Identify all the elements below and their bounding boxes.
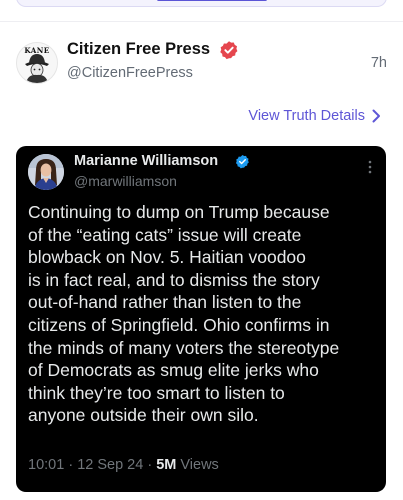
tweet-author-handle: @marwilliamson	[74, 173, 177, 189]
tweet-avatar-image	[28, 154, 64, 190]
tweet-text-line: citizens of Springfield. Ohio confirms i…	[28, 314, 330, 335]
profile-avatar[interactable]: KANE	[16, 42, 58, 84]
tweet-meta: 10:01 · 12 Sep 24 · 5M Views	[28, 457, 219, 473]
tweet-text-line: anyone outside their own silo.	[28, 405, 259, 426]
post-header: KANE Citizen Free Press @CitizenFreePres…	[16, 38, 387, 86]
tweet-verified-badge-icon	[235, 154, 249, 169]
display-name[interactable]: Citizen Free Press	[67, 40, 210, 59]
more-options-icon	[368, 160, 372, 174]
chevron-right-icon	[372, 109, 380, 123]
tweet-text-line: out-of-hand rather than listen to the	[28, 292, 302, 313]
meta-separator: ·	[64, 457, 78, 473]
tweet-author-name: Marianne Williamson	[74, 153, 219, 169]
views-label: Views	[176, 457, 219, 473]
previous-post-card	[16, 0, 387, 7]
tweet-text-line: of Democrats as smug elite jerks who	[28, 360, 319, 381]
avatar-text: KANE	[24, 46, 49, 55]
previous-post-accent-bar	[157, 0, 267, 1]
view-truth-details-link[interactable]: View Truth Details	[248, 108, 381, 124]
view-truth-details-label: View Truth Details	[248, 108, 365, 124]
tweet-text-line: Continuing to dump on Trump because	[28, 202, 330, 222]
avatar-illustration: KANE	[17, 43, 57, 83]
tweet-text-line: blowback on Nov. 5. Haitian voodoo	[28, 247, 306, 268]
verified-badge-icon	[220, 41, 238, 60]
tweet-text-line: the minds of many voters the stereotype	[28, 337, 340, 358]
views-count: 5M	[156, 457, 177, 473]
tweet-text-line: is in fact real, and to dismiss the stor…	[28, 269, 320, 290]
embedded-tweet-screenshot: Marianne Williamson @marwilliamson Conti…	[16, 146, 386, 492]
tweet-avatar	[28, 154, 64, 190]
tweet-text: Continuing to dump on Trump because of t…	[28, 201, 380, 427]
post-timestamp: 7h	[370, 55, 387, 71]
post-divider	[0, 21, 403, 22]
tweet-text-line: of the “eating cats” issue will create	[28, 224, 302, 245]
tweet-time: 10:01	[28, 457, 65, 473]
meta-separator: ·	[143, 457, 157, 473]
user-handle[interactable]: @CitizenFreePress	[67, 65, 193, 81]
tweet-text-line: think they’re too smart to listen to	[28, 382, 285, 403]
tweet-date: 12 Sep 24	[77, 457, 144, 473]
